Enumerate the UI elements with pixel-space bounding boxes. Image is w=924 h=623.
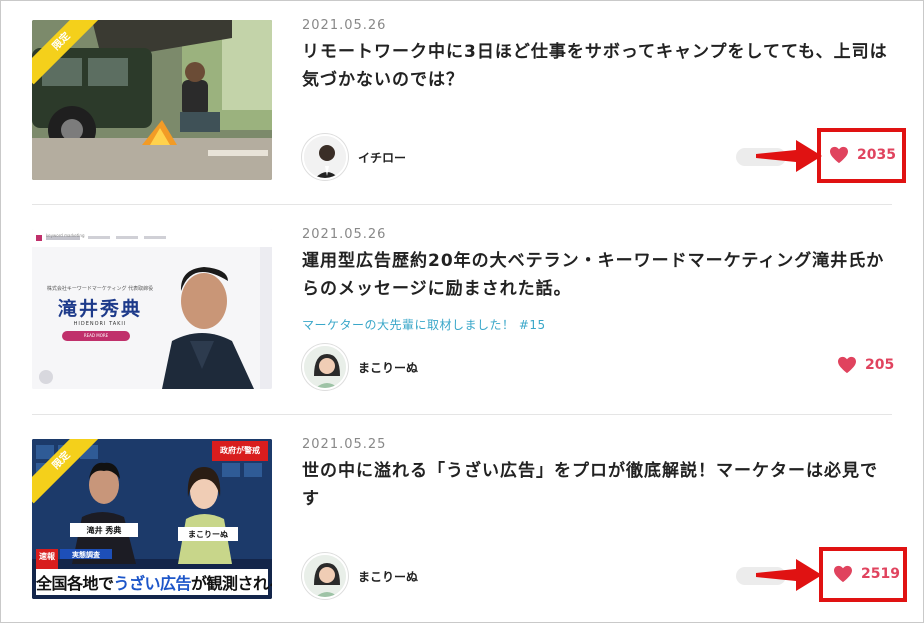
author-name: まこりーぬ [358,569,419,584]
red-arrow-annotation [756,140,822,172]
like-button[interactable]: 2035 [829,146,896,164]
article-thumbnail[interactable]: 株式会社キーワードマーケティング 代表取締役 滝井秀典 HIDENORI TAK… [32,229,272,389]
article-title[interactable]: リモートワーク中に3日ほど仕事をサボってキャンプをしてても、上司は気づかないので… [302,38,892,94]
like-count: 2519 [861,566,900,582]
article-thumbnail[interactable]: 滝井 秀典 まこりーぬ 速報 実態調査 全国各地でうざい広告が観測される 政府が… [32,439,272,599]
divider [32,204,892,205]
article-card-1[interactable]: 限定 2021.05.26 リモートワーク中に3日ほど仕事をサボってキャンプをし… [0,0,924,208]
author-name: イチロー [358,150,407,165]
banner-headline-suffix: が観測される [191,574,272,593]
article-title[interactable]: 世の中に溢れる「うざい広告」をプロが徹底解説！マーケターは必見です [302,457,892,513]
avatar [302,134,348,180]
divider [32,414,892,415]
author-link[interactable]: まこりーぬ [302,553,418,599]
banner-corner: 政府が警戒 [220,446,260,455]
author-link[interactable]: まこりーぬ [302,344,418,390]
series-link[interactable]: マーケターの大先輩に取材しました！ #15 [302,316,546,333]
banner-logo: keyword marketing [46,233,85,238]
heart-icon [834,565,852,583]
avatar [302,553,348,599]
like-button[interactable]: 2519 [833,565,900,583]
article-thumbnail[interactable]: 限定 [32,20,272,180]
article-card-3[interactable]: 滝井 秀典 まこりーぬ 速報 実態調査 全国各地でうざい広告が観測される 政府が… [0,419,924,623]
article-card-2[interactable]: 株式会社キーワードマーケティング 代表取締役 滝井秀典 HIDENORI TAK… [0,209,924,417]
banner-caption-small: 実態調査 [72,551,100,559]
article-date: 2021.05.26 [302,18,387,33]
banner-person-2: まこりーぬ [188,530,228,539]
heart-icon [838,356,856,374]
banner-name: 滝井秀典 [57,298,142,320]
article-date: 2021.05.25 [302,437,387,452]
article-title[interactable]: 運用型広告歴約20年の大ベテラン・キーワードマーケティング滝井氏からのメッセージ… [302,247,892,303]
banner-person-1: 滝井 秀典 [86,526,122,535]
banner-subtitle: 株式会社キーワードマーケティング 代表取締役 [46,286,154,292]
heart-icon [830,146,848,164]
banner-romaji: HIDENORI TAKII [73,321,127,327]
author-link[interactable]: イチロー [302,134,406,180]
banner-headline: 全国各地でうざい広告が観測される [36,570,272,594]
banner-breaking: 速報 [39,552,55,561]
banner-headline-prefix: 全国各地で [36,574,114,593]
like-count: 2035 [857,147,896,163]
author-name: まこりーぬ [358,360,419,375]
like-button[interactable]: 205 [837,356,894,374]
banner-text: 株式会社キーワードマーケティング 代表取締役 滝井秀典 HIDENORI TAK… [40,285,160,327]
article-date: 2021.05.26 [302,227,387,242]
banner-headline-keyword: うざい広告 [113,574,192,593]
red-arrow-annotation [756,559,822,591]
like-count: 205 [865,357,895,373]
avatar [302,344,348,390]
banner-readmore: READ MORE [83,333,109,338]
